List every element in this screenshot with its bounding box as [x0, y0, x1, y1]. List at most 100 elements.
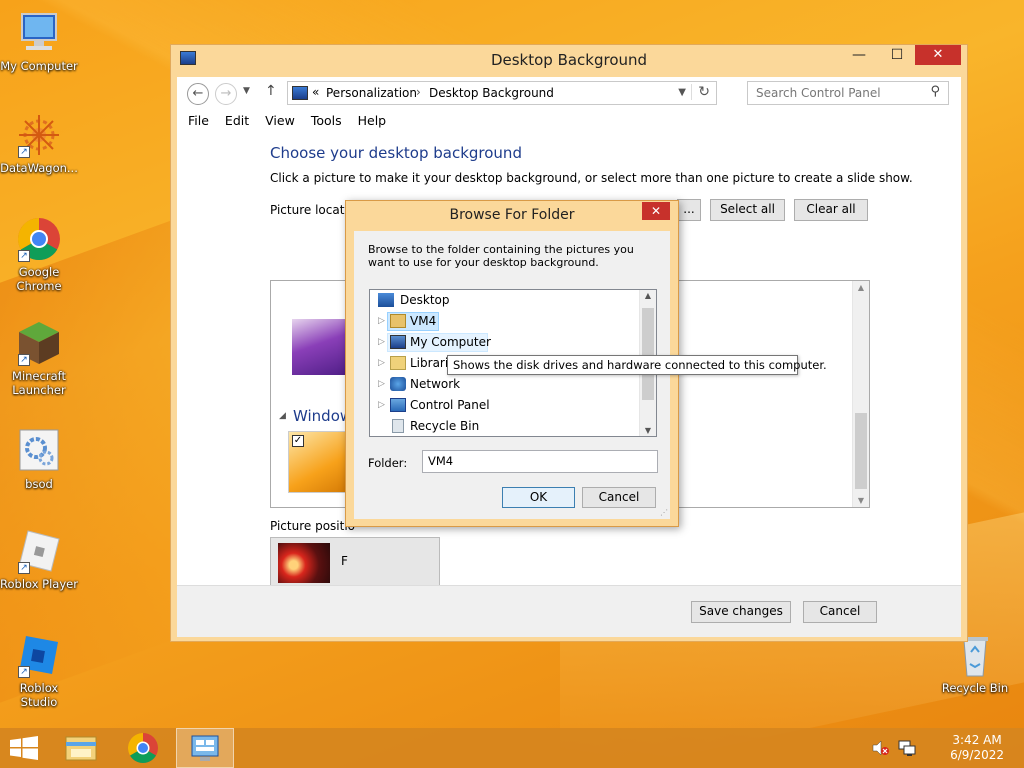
menu-edit[interactable]: Edit — [214, 109, 254, 128]
save-changes-button[interactable]: Save changes — [691, 601, 791, 623]
taskbar-file-explorer[interactable] — [56, 728, 112, 768]
wallpaper-thumbnail[interactable] — [292, 319, 350, 375]
browse-button[interactable]: ... — [677, 199, 701, 221]
taskbar-chrome[interactable] — [116, 728, 172, 768]
resize-grip-icon[interactable]: ⋰ — [660, 508, 668, 517]
window-titlebar[interactable]: Desktop Background — ☐ ✕ — [171, 45, 967, 75]
chrome-icon: ↗ — [16, 216, 62, 262]
expand-arrow-icon[interactable]: ▷ — [378, 332, 385, 352]
collapse-arrow-icon[interactable]: ◢ — [279, 411, 286, 421]
libraries-folder-icon — [390, 356, 406, 370]
scroll-thumb[interactable] — [642, 308, 654, 400]
dialog-title[interactable]: Browse For Folder — [346, 207, 678, 223]
select-all-button[interactable]: Select all — [710, 199, 785, 221]
breadcrumb-separator-icon[interactable]: › — [416, 85, 421, 99]
datawagon-icon: ↗ — [16, 112, 62, 158]
folder-label: Folder: — [368, 456, 408, 470]
shortcut-arrow-icon: ↗ — [18, 354, 30, 366]
tree-item-desktop[interactable]: Desktop — [370, 290, 640, 310]
expand-arrow-icon[interactable]: ▷ — [378, 311, 385, 331]
desktop-icon-chrome[interactable]: ↗ Google Chrome — [0, 216, 78, 293]
up-arrow-icon[interactable]: ↑ — [265, 83, 277, 99]
breadcrumb-desktop-background[interactable]: Desktop Background — [429, 86, 554, 100]
group-header[interactable]: Window — [293, 407, 352, 425]
checkbox-checked-icon[interactable]: ✓ — [292, 435, 304, 447]
minimize-button[interactable]: — — [845, 45, 873, 67]
desktop-icon-label: My Computer — [0, 59, 78, 73]
address-overflow-icon[interactable]: « — [312, 85, 319, 99]
folder-input[interactable]: VM4 — [422, 450, 658, 473]
tree-item-my-computer[interactable]: ▷ My Computer — [370, 332, 640, 352]
menu-help[interactable]: Help — [347, 109, 392, 128]
control-panel-icon — [390, 398, 406, 412]
tree-item-control-panel[interactable]: ▷ Control Panel — [370, 395, 640, 415]
roblox-icon: ↗ — [16, 528, 62, 574]
menu-tools[interactable]: Tools — [300, 109, 347, 128]
wallpaper-thumbnail[interactable]: ✓ — [288, 431, 350, 493]
address-bar[interactable]: « Personalization › Desktop Background ▼… — [287, 81, 717, 105]
desktop-icon-label: DataWagon... — [0, 161, 78, 175]
clock-time: 3:42 AM — [952, 733, 1002, 747]
forward-arrow-icon[interactable]: → — [215, 83, 237, 105]
start-button[interactable] — [0, 728, 56, 768]
taskbar: 3:42 AM 6/9/2022 — [0, 728, 1024, 768]
chrome-icon — [127, 733, 158, 764]
recycle-bin-icon — [392, 419, 404, 433]
network-icon — [390, 377, 406, 391]
scroll-down-icon[interactable]: ▼ — [853, 496, 869, 505]
menu-file[interactable]: File — [177, 109, 214, 128]
system-clock[interactable]: 3:42 AM 6/9/2022 — [950, 733, 1004, 763]
menu-view[interactable]: View — [254, 109, 300, 128]
tree-item-network[interactable]: ▷ Network — [370, 374, 640, 394]
desktop-icon-bsod[interactable]: bsod — [0, 428, 78, 491]
expand-arrow-icon[interactable]: ▷ — [378, 353, 385, 373]
recent-pages-chevron-icon[interactable]: ▼ — [243, 86, 250, 96]
desktop-icon-label: Recycle Bin — [941, 681, 1009, 695]
maximize-button[interactable]: ☐ — [883, 45, 911, 67]
clear-all-button[interactable]: Clear all — [794, 199, 868, 221]
menu-bar: File Edit View Tools Help — [177, 109, 961, 133]
address-dropdown-chevron-icon[interactable]: ▼ — [678, 87, 686, 98]
window-footer: Save changes Cancel — [177, 585, 961, 637]
desktop-icon-my-computer[interactable]: My Computer — [0, 10, 78, 73]
taskbar-control-panel-active[interactable] — [176, 728, 234, 768]
shortcut-arrow-icon: ↗ — [18, 666, 30, 678]
picture-position-value: F — [341, 554, 348, 568]
scroll-up-icon[interactable]: ▲ — [853, 283, 869, 292]
control-panel-icon — [191, 735, 219, 761]
volume-muted-icon[interactable] — [872, 740, 890, 756]
scroll-down-icon[interactable]: ▼ — [640, 426, 656, 435]
close-button[interactable]: ✕ — [915, 45, 961, 65]
scroll-thumb[interactable] — [855, 413, 867, 489]
dialog-cancel-button[interactable]: Cancel — [582, 487, 656, 508]
desktop-icon-datawagon[interactable]: ↗ DataWagon... — [0, 112, 78, 175]
desktop-icon-minecraft[interactable]: ↗ Minecraft Launcher — [0, 320, 78, 397]
ok-button[interactable]: OK — [502, 487, 575, 508]
tree-item-recycle-bin[interactable]: Recycle Bin — [370, 416, 640, 436]
desktop-icon-label: Roblox Player — [0, 577, 78, 591]
scroll-up-icon[interactable]: ▲ — [640, 291, 656, 300]
refresh-icon[interactable]: ↻ — [691, 84, 710, 100]
tree-item-vm4[interactable]: ▷ VM4 — [370, 311, 640, 331]
desktop-icon-roblox-studio[interactable]: ↗ Roblox Studio — [0, 632, 78, 709]
expand-arrow-icon[interactable]: ▷ — [378, 374, 385, 394]
dialog-close-button[interactable]: ✕ — [642, 202, 670, 220]
network-tray-icon[interactable] — [898, 739, 916, 757]
roblox-studio-icon: ↗ — [16, 632, 62, 678]
expand-arrow-icon[interactable]: ▷ — [378, 395, 385, 415]
search-input[interactable]: Search Control Panel ⚲ — [747, 81, 949, 105]
picture-list-scrollbar[interactable]: ▲ ▼ — [852, 281, 869, 507]
desktop-icon-label: Minecraft Launcher — [12, 369, 66, 397]
search-icon[interactable]: ⚲ — [930, 84, 940, 99]
user-folder-icon — [390, 314, 406, 328]
breadcrumb-personalization[interactable]: Personalization — [326, 86, 417, 100]
desktop-icon-roblox-player[interactable]: ↗ Roblox Player — [0, 528, 78, 591]
minecraft-icon: ↗ — [16, 320, 62, 366]
position-preview-thumbnail — [278, 543, 330, 583]
desktop-icon-label: bsod — [25, 477, 53, 491]
picture-position-dropdown[interactable]: F — [270, 537, 440, 587]
search-placeholder: Search Control Panel — [756, 86, 881, 100]
back-arrow-icon[interactable]: ← — [187, 83, 209, 105]
cancel-button[interactable]: Cancel — [803, 601, 877, 623]
computer-icon — [390, 335, 406, 349]
